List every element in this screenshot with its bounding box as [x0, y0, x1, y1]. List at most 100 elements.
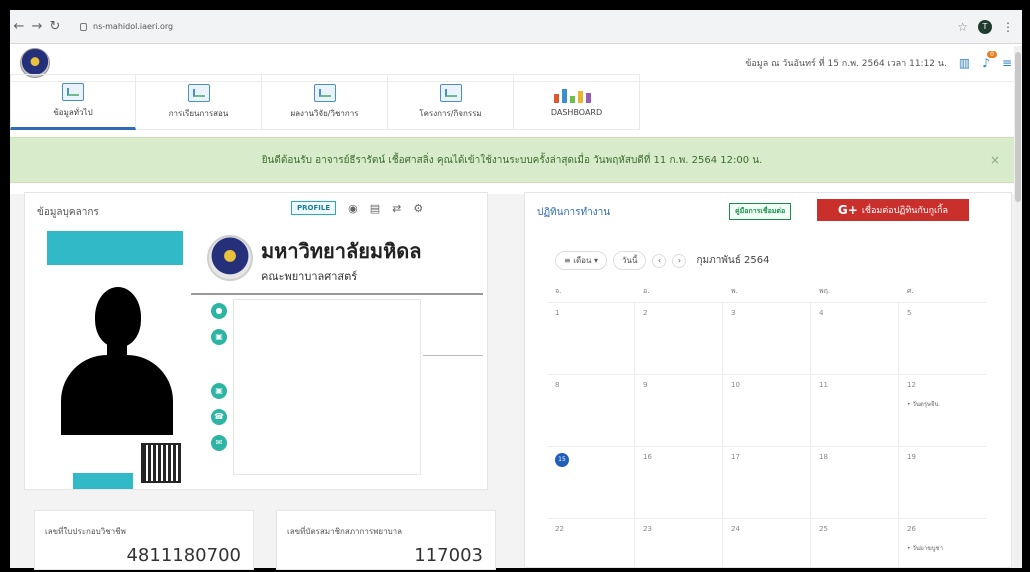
- council-card: เลขที่บัตรสมาชิกสภาการพยาบาล 117003: [276, 510, 496, 570]
- date-number: 10: [731, 381, 740, 389]
- bookmark-star-icon[interactable]: ☆: [957, 20, 968, 34]
- calendar-day-cell[interactable]: 22: [547, 519, 635, 567]
- calendar-day-cell[interactable]: 5: [899, 303, 987, 374]
- university-name: มหาวิทยาลัยมหิดล: [261, 239, 422, 263]
- calendar-day-cell[interactable]: 1: [547, 303, 635, 374]
- personnel-toolbar: PROFILE ◉ ▤ ⇄ ⚙: [291, 201, 423, 215]
- lock-icon: [80, 22, 87, 31]
- date-number: 11: [819, 381, 828, 389]
- tab-teaching[interactable]: การเรียนการสอน: [136, 74, 262, 130]
- id-card-left-panel: [47, 231, 183, 489]
- calendar-week-row: 8 9 10 11 12 • วันตรุษจีน: [547, 375, 987, 447]
- browser-profile-avatar[interactable]: T: [978, 19, 992, 34]
- prev-month-button[interactable]: ‹: [652, 253, 667, 268]
- date-number: 5: [907, 309, 912, 317]
- tab-general-info[interactable]: ข้อมูลทั่วไป: [10, 74, 136, 130]
- weekday-label: จ.: [555, 287, 562, 295]
- gear-icon[interactable]: ⚙: [413, 202, 423, 215]
- tab-dashboard[interactable]: DASHBOARD: [514, 74, 640, 130]
- calendar-day-cell[interactable]: 26 • วันมาฆบูชา: [899, 519, 987, 567]
- swap-icon[interactable]: ⇄: [392, 202, 401, 215]
- personnel-title: ข้อมูลบุคลากร: [37, 207, 99, 218]
- council-label: เลขที่บัตรสมาชิกสภาการพยาบาล: [287, 527, 403, 536]
- calendar-title: ปฏิทินการทำงาน: [537, 207, 611, 218]
- date-number: 24: [731, 525, 740, 533]
- google-connect-button[interactable]: G+ เชื่อมต่อปฏิทินกับกูเกิ้ล: [817, 199, 969, 221]
- date-number: 9: [643, 381, 648, 389]
- reload-icon[interactable]: ↻: [46, 19, 64, 34]
- weekday-label: ศ.: [907, 287, 914, 295]
- calendar-day-cell[interactable]: 11: [811, 375, 899, 446]
- date-number: 18: [819, 453, 828, 461]
- person-icon: ●: [211, 303, 227, 319]
- alert-text: ยินดีต้อนรับ อาจารย์ธีรารัตน์ เชื้อศาสลิ…: [261, 154, 763, 166]
- view-eye-icon[interactable]: ◉: [348, 202, 358, 215]
- browser-menu-icon[interactable]: ⋮: [1002, 20, 1014, 34]
- license-value: 4811180700: [126, 545, 241, 566]
- calendar-week-row: 22 23 24 25 26 • วันมาฆบูชา: [547, 519, 987, 567]
- notification-bell-icon[interactable]: ♪ 0: [982, 50, 997, 70]
- weekday-label: อ.: [643, 287, 650, 295]
- forward-icon[interactable]: →: [28, 19, 46, 34]
- guide-button[interactable]: คู่มือการเชื่อมต่อ: [729, 203, 792, 220]
- calendar-day-cell[interactable]: 24: [723, 519, 811, 567]
- hamburger-menu-icon[interactable]: ≡: [1002, 56, 1012, 70]
- view-select[interactable]: ≡ เดือน ▾: [555, 251, 608, 270]
- browser-toolbar: ← → ↻ ns-mahidol.iaeri.org ☆ T ⋮: [10, 10, 1022, 44]
- calendar-weekday-header: จ. อ. พ. พฤ. ศ.: [547, 281, 987, 303]
- calendar-day-cell[interactable]: 16: [635, 447, 723, 518]
- book-icon[interactable]: ▥: [959, 56, 970, 70]
- tab-label: ข้อมูลทั่วไป: [53, 108, 93, 117]
- notification-badge: 0: [987, 50, 997, 58]
- date-number: 17: [731, 453, 740, 461]
- calendar-day-cell[interactable]: 2: [635, 303, 723, 374]
- calendar-controls: ≡ เดือน ▾ วันนี้ ‹ › กุมภาพันธ์ 2564: [555, 251, 769, 270]
- date-number: 1: [555, 309, 560, 317]
- dashboard-icon: [553, 87, 600, 103]
- back-icon[interactable]: ←: [10, 19, 28, 34]
- calendar-day-cell[interactable]: 19: [899, 447, 987, 518]
- profile-button[interactable]: PROFILE: [291, 201, 337, 215]
- welcome-alert: ยินดีต้อนรับ อาจารย์ธีรารัตน์ เชื้อศาสลิ…: [10, 137, 1014, 183]
- calendar-day-cell[interactable]: 18: [811, 447, 899, 518]
- tab-projects[interactable]: โครงการ/กิจกรรม: [388, 74, 514, 130]
- calendar-day-cell[interactable]: 8: [547, 375, 635, 446]
- view-select-value: เดือน: [573, 256, 592, 265]
- calendar-grid: จ. อ. พ. พฤ. ศ. 1 2 3 4 5 8 9 10 11 12 • วันตรุษจี…: [547, 281, 987, 567]
- calendar-day-cell[interactable]: 3: [723, 303, 811, 374]
- qr-code: [141, 443, 181, 483]
- calendar-day-cell[interactable]: 9: [635, 375, 723, 446]
- weekday-label: พ.: [731, 287, 738, 295]
- document-icon[interactable]: ▤: [370, 202, 380, 215]
- today-button[interactable]: วันนี้: [613, 251, 647, 270]
- calendar-day-cell[interactable]: 4: [811, 303, 899, 374]
- id-card-color-bar: [73, 473, 133, 489]
- profile-photo: [51, 277, 181, 435]
- date-number: 12: [907, 381, 916, 389]
- address-bar[interactable]: ns-mahidol.iaeri.org: [72, 17, 181, 37]
- calendar-day-cell[interactable]: 15: [547, 447, 635, 518]
- close-icon[interactable]: ×: [990, 153, 1000, 167]
- calendar-day-cell[interactable]: 23: [635, 519, 723, 567]
- scrollbar-thumb[interactable]: [1015, 52, 1021, 202]
- id-card-right-line: [423, 355, 483, 356]
- next-month-button[interactable]: ›: [672, 253, 687, 268]
- calendar-event[interactable]: • วันมาฆบูชา: [907, 543, 979, 553]
- tab-research[interactable]: ผลงานวิจัย/วิชาการ: [262, 74, 388, 130]
- council-value: 117003: [414, 545, 483, 566]
- info-box: [233, 299, 421, 475]
- calendar-day-cell[interactable]: 17: [723, 447, 811, 518]
- google-plus-icon: G+: [837, 203, 858, 217]
- license-label: เลขที่ใบประกอบวิชาชีพ: [45, 527, 126, 536]
- page-scrollbar[interactable]: [1014, 46, 1022, 568]
- calendar-day-cell[interactable]: 10: [723, 375, 811, 446]
- mahidol-logo[interactable]: [20, 47, 50, 78]
- tab-label: การเรียนการสอน: [168, 109, 229, 118]
- calendar-event[interactable]: • วันตรุษจีน: [907, 399, 979, 409]
- calendar-day-cell[interactable]: 25: [811, 519, 899, 567]
- id-card: มหาวิทยาลัยมหิดล คณะพยาบาลศาสตร์ ● ▣ ▣ ☎…: [47, 231, 487, 489]
- personnel-card: ข้อมูลบุคลากร PROFILE ◉ ▤ ⇄ ⚙ มหาวิทยาลั…: [24, 192, 488, 490]
- info-icon-column: ● ▣ ▣ ☎ ✉: [211, 303, 227, 451]
- calendar-day-cell[interactable]: 12 • วันตรุษจีน: [899, 375, 987, 446]
- silhouette-body: [61, 355, 173, 435]
